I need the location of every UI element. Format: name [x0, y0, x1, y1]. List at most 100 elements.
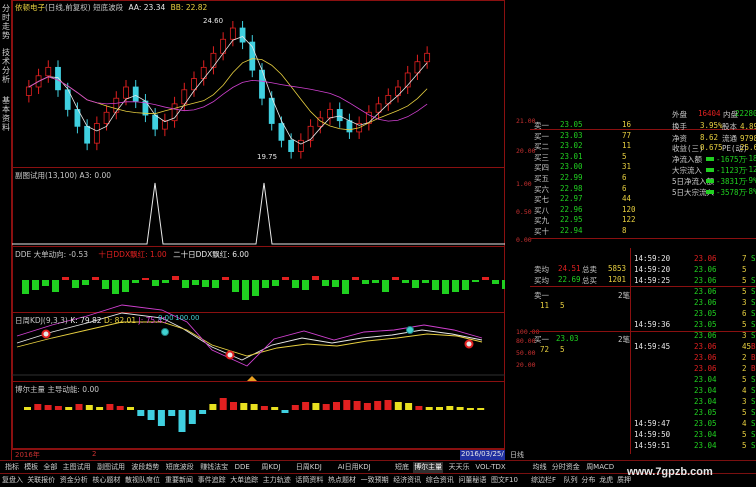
dde-bar	[252, 280, 259, 296]
force-bar	[178, 410, 186, 432]
indicator-tab[interactable]: 赚钱法宝	[199, 462, 229, 473]
indicator-tab[interactable]: 全部	[42, 462, 58, 473]
dde-bar	[282, 277, 289, 280]
indicator-tab[interactable]: DDE	[234, 462, 251, 473]
dde-bar	[292, 280, 299, 288]
indicator-tab[interactable]: 博尔主量	[413, 462, 444, 473]
force-bar	[281, 410, 289, 413]
force-bar	[312, 403, 320, 410]
indicator-tab[interactable]: VOL-TDX	[474, 462, 506, 473]
indicator-tab[interactable]: 周KDJ	[260, 462, 281, 473]
info-tab[interactable]: 龙虎	[598, 475, 614, 486]
money-flow-row: 5日大宗流入-3578万-8%	[672, 187, 756, 197]
indicator-tab[interactable]: 日周KDJ	[295, 462, 323, 473]
dde-bar	[82, 280, 89, 285]
sub-indicator-line	[12, 182, 505, 245]
candle-body	[93, 123, 100, 144]
info-tab[interactable]: 综边栏F	[530, 475, 557, 486]
info-tab[interactable]: 事件追踪	[197, 475, 227, 486]
candle-body	[327, 109, 333, 119]
info-tab[interactable]: 问董秘语	[457, 475, 487, 486]
force-bar	[384, 400, 392, 410]
info-tab[interactable]: 大单追踪	[229, 475, 259, 486]
flow-bar	[706, 157, 714, 161]
indicator-tab[interactable]: 周MACD	[585, 462, 615, 473]
info-tab[interactable]: 复盘入	[1, 475, 24, 486]
info-tab[interactable]: 资金分析	[59, 475, 89, 486]
dde-bar	[142, 278, 149, 280]
candle-body	[123, 86, 129, 99]
info-tab[interactable]: 关联报价	[26, 475, 56, 486]
dde-bar	[402, 280, 409, 283]
year-label: 2016年	[15, 451, 40, 459]
candlestick-series	[25, 21, 431, 159]
candle-body	[45, 66, 52, 77]
money-flow-row: 5日净流入额-3831万-9%	[672, 176, 756, 186]
indicator-tab[interactable]: 波段趋势	[130, 462, 160, 473]
candle-body	[84, 125, 91, 144]
indicator-tab[interactable]: 短底	[394, 462, 410, 473]
force-bar	[116, 406, 124, 410]
tab-technical[interactable]: 技术分析	[0, 48, 12, 84]
order-book-row: 买九 22.95 122	[534, 215, 636, 226]
force-bar	[199, 410, 207, 414]
dde-bar	[492, 280, 499, 284]
indicator-tab[interactable]: 分时资金	[551, 462, 581, 473]
indicator-tab[interactable]: 指标	[4, 462, 20, 473]
flow-bar	[706, 190, 714, 194]
dde-bar	[92, 277, 99, 280]
tick-row: 23.06 3 S	[694, 331, 756, 340]
candle-body	[288, 139, 295, 152]
force-bar	[96, 407, 104, 410]
dde-bar	[22, 280, 29, 294]
tick-row: 14:59:47 23.05 4 S	[634, 419, 756, 428]
indicator-tab[interactable]: 主图试用	[62, 462, 92, 473]
candle-body	[229, 27, 236, 40]
order-book-row: 买八 22.96 120	[534, 204, 636, 215]
indicator-tab[interactable]: 副图试用	[96, 462, 126, 473]
candle-body	[278, 123, 285, 141]
tab-fundamentals[interactable]: 基本资料	[0, 96, 12, 132]
info-tab[interactable]: 经济资讯	[392, 475, 422, 486]
kdj-triangle-marker	[247, 376, 257, 381]
tick-row: 23.04 3 S	[694, 397, 756, 406]
candle-body	[239, 27, 246, 43]
force-bar	[394, 402, 402, 410]
info-tab[interactable]: 综合资讯	[425, 475, 455, 486]
info-tab[interactable]: 主力轨迹	[262, 475, 292, 486]
indicator-tab[interactable]: 短底波段	[165, 462, 195, 473]
info-tab[interactable]: 图文F10	[490, 475, 519, 486]
month-label: 2	[92, 450, 97, 458]
dde-bar	[302, 280, 309, 290]
info-tab[interactable]: 散视队席位	[124, 475, 161, 486]
dde-bar	[52, 280, 59, 292]
info-tab[interactable]: 热点题材	[327, 475, 357, 486]
kdj-signal-dot	[464, 339, 474, 349]
candle-body	[132, 86, 139, 102]
tick-row: 23.05 5 S	[694, 408, 756, 417]
dde-bar	[232, 280, 239, 292]
candle-body	[336, 109, 343, 122]
dde-bar	[452, 280, 459, 292]
kdj-signal-dot	[161, 328, 169, 336]
info-tab[interactable]: 队列	[563, 475, 579, 486]
indicator-tab[interactable]: AI日用KDJ	[337, 462, 372, 473]
dde-bar	[132, 280, 139, 283]
indicator-tab[interactable]: 天天乐	[448, 462, 471, 473]
tab-intraday[interactable]: 分时走势	[0, 4, 12, 40]
tick-row: 14:59:20 23.06 7 S	[634, 254, 756, 263]
period-label[interactable]: 日线	[510, 450, 524, 460]
dde-bar	[152, 280, 159, 286]
info-tab[interactable]: 一致预期	[360, 475, 390, 486]
tick-row: 23.04 4 S	[694, 386, 756, 395]
dde-bar	[342, 280, 349, 294]
indicator-tab[interactable]: 均线	[532, 462, 548, 473]
info-tab[interactable]: 话筒资料	[294, 475, 324, 486]
indicator-tab[interactable]: 模板	[23, 462, 39, 473]
info-tab[interactable]: 重要新闻	[164, 475, 194, 486]
info-tab[interactable]: 分布	[580, 475, 596, 486]
dde-bar	[72, 280, 79, 288]
money-flow-row: 大宗流入-1123万-12%	[672, 165, 756, 175]
info-tab[interactable]: 核心题材	[91, 475, 121, 486]
candle-body	[55, 66, 61, 91]
